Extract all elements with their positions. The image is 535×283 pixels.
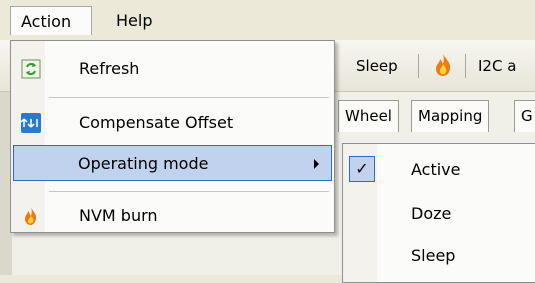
menu-item-nvm-burn[interactable]: NVM burn bbox=[13, 198, 332, 234]
submenu-item-active[interactable]: ✓ Active bbox=[345, 152, 535, 188]
menu-help[interactable]: Help bbox=[106, 6, 162, 35]
tab-mapping[interactable]: Mapping bbox=[411, 100, 490, 132]
menu-separator bbox=[49, 97, 329, 98]
sleep-button-label: Sleep bbox=[356, 57, 398, 75]
compensate-icon bbox=[21, 113, 41, 133]
menu-bar: Action Help bbox=[0, 0, 535, 40]
operating-mode-submenu: ✓ Active Doze Sleep bbox=[342, 143, 535, 283]
menu-item-operating-mode[interactable]: Operating mode bbox=[13, 145, 332, 181]
menu-item-operating-mode-label: Operating mode bbox=[78, 154, 209, 173]
i2c-button[interactable]: I2C a bbox=[478, 50, 516, 82]
menu-help-label: Help bbox=[116, 11, 153, 30]
submenu-item-doze[interactable]: Doze bbox=[345, 196, 535, 232]
menu-item-nvm-burn-label: NVM burn bbox=[79, 206, 158, 225]
submenu-item-sleep[interactable]: Sleep bbox=[345, 238, 535, 274]
action-menu: Refresh Compensate Offset Operating mode… bbox=[10, 40, 335, 233]
checkmark-icon: ✓ bbox=[349, 156, 375, 182]
tab-wheel[interactable]: Wheel bbox=[338, 100, 399, 132]
tab-mapping-label: Mapping bbox=[418, 107, 483, 125]
nvm-burn-toolbar-button[interactable] bbox=[430, 52, 456, 84]
i2c-button-label: I2C a bbox=[478, 57, 517, 75]
menu-item-compensate-offset-label: Compensate Offset bbox=[79, 113, 234, 132]
menu-action-label: Action bbox=[21, 12, 72, 31]
submenu-arrow-icon bbox=[314, 159, 319, 169]
menu-item-compensate-offset[interactable]: Compensate Offset bbox=[13, 105, 332, 141]
toolbar-separator bbox=[418, 54, 419, 78]
fire-icon bbox=[436, 54, 451, 76]
menu-item-refresh-label: Refresh bbox=[79, 59, 140, 78]
menu-action[interactable]: Action bbox=[10, 6, 92, 35]
tab-wheel-label: Wheel bbox=[345, 107, 392, 125]
submenu-item-active-label: Active bbox=[411, 160, 461, 179]
toolbar-separator bbox=[465, 54, 466, 78]
sleep-button[interactable]: Sleep bbox=[356, 50, 398, 82]
menu-separator bbox=[49, 191, 329, 192]
fire-icon bbox=[25, 207, 37, 225]
submenu-item-sleep-label: Sleep bbox=[411, 246, 456, 265]
submenu-item-doze-label: Doze bbox=[411, 204, 452, 223]
menu-item-refresh[interactable]: Refresh bbox=[13, 51, 332, 87]
tab-g-label: G bbox=[521, 107, 533, 125]
tab-g[interactable]: G bbox=[514, 100, 535, 132]
refresh-icon bbox=[21, 59, 41, 79]
